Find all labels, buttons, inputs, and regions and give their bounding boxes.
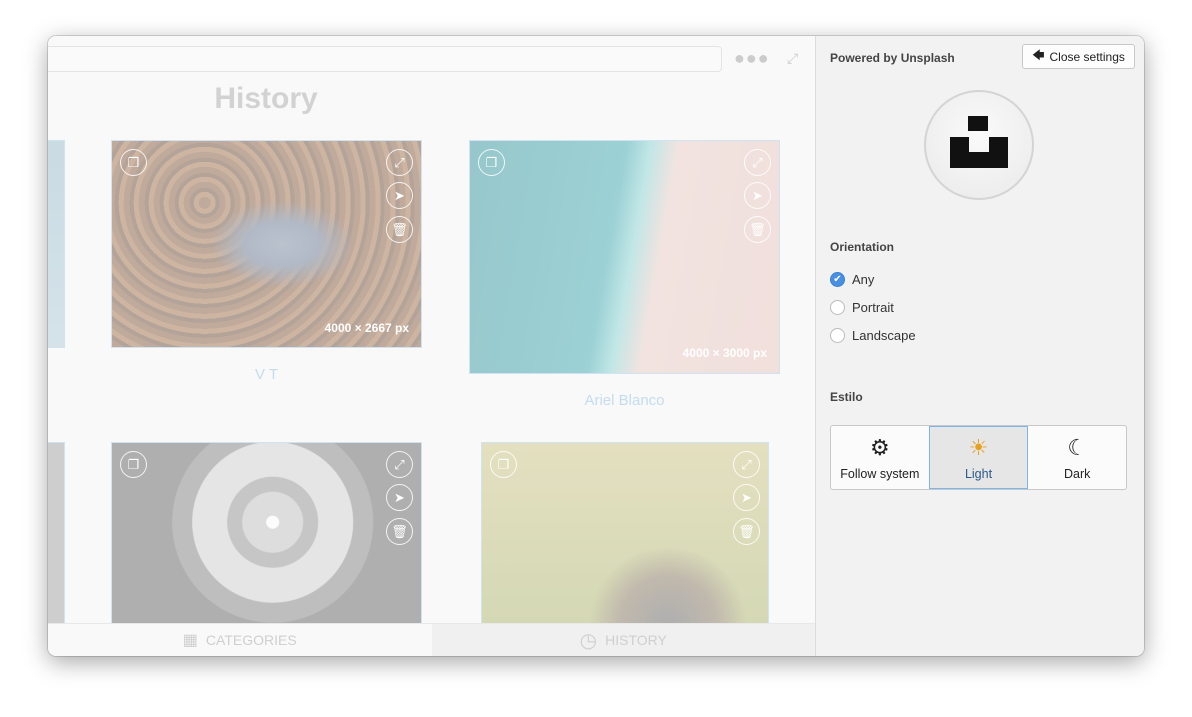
sun-icon: ☀ [968, 434, 989, 460]
image-card[interactable]: ❐ ⤢ ➤ 🗑 4000 × 2667 px [111, 140, 422, 348]
image-dimensions: 4000 × 2667 px [324, 321, 409, 335]
trash-icon[interactable]: 🗑 [744, 216, 771, 243]
expand-icon[interactable]: ⤢ [744, 149, 771, 176]
tab-label: HISTORY [605, 632, 667, 648]
moon-icon: ☾ [1067, 434, 1088, 460]
radio-label: Any [852, 272, 875, 287]
orientation-label: Orientation [830, 240, 895, 254]
image-card-partial[interactable] [48, 442, 65, 624]
trash-icon[interactable]: 🗑 [733, 518, 760, 545]
more-icon[interactable]: ●●● [734, 48, 770, 69]
style-label-text: Light [964, 466, 993, 481]
settings-panel: Powered by Unsplash 🡄 Close settings Orie… [815, 36, 1144, 656]
radio-portrait[interactable]: Portrait [830, 300, 894, 315]
expand-icon[interactable]: ⤢ [386, 451, 413, 478]
radio-label: Landscape [852, 328, 916, 343]
style-follow-system-button[interactable]: ⚙ Follow system [831, 426, 929, 489]
tab-history[interactable]: ◷ HISTORY [431, 624, 815, 656]
grid-icon: ▦ [182, 632, 198, 649]
powered-by-label: Powered by Unsplash [830, 51, 955, 65]
unsplash-logo[interactable] [924, 90, 1034, 200]
bottom-tab-bar: ▦ CATEGORIES ◷ HISTORY [48, 623, 815, 656]
style-label-text: Dark [1063, 466, 1091, 481]
copy-icon[interactable]: ❐ [120, 149, 147, 176]
copy-icon[interactable]: ❐ [120, 451, 147, 478]
send-icon[interactable]: ➤ [386, 484, 413, 511]
photographer-name[interactable]: V T [111, 366, 422, 383]
style-label: Estilo [830, 390, 863, 404]
expand-icon[interactable]: ⤢ [733, 451, 760, 478]
gear-icon: ⚙ [869, 434, 890, 460]
radio-circle [830, 300, 845, 315]
image-card[interactable]: ❐ ⤢ ➤ 🗑 [481, 442, 769, 624]
page-title: History [214, 82, 318, 115]
style-label-text: Follow system [840, 466, 920, 481]
image-card-partial[interactable] [48, 140, 65, 348]
app-window: ●●● ⤢ History ❐ ⤢ ➤ 🗑 4000 × 2667 px V T… [48, 36, 1144, 656]
photographer-name[interactable]: Ariel Blanco [469, 392, 780, 409]
tab-categories[interactable]: ▦ CATEGORIES [48, 624, 432, 656]
copy-icon[interactable]: ❐ [490, 451, 517, 478]
copy-icon[interactable]: ❐ [478, 149, 505, 176]
check-icon: ✔ [830, 272, 845, 287]
style-selector: ⚙ Follow system ☀ Light ☾ Dark [830, 425, 1127, 490]
radio-any[interactable]: ✔ Any [830, 272, 874, 287]
image-dimensions: 4000 × 3000 px [682, 346, 767, 360]
radio-circle [830, 328, 845, 343]
send-icon[interactable]: ➤ [386, 182, 413, 209]
radio-landscape[interactable]: Landscape [830, 328, 916, 343]
close-settings-label: Close settings [1049, 49, 1125, 64]
clock-icon: ◷ [579, 629, 598, 652]
tab-label: CATEGORIES [205, 632, 297, 648]
search-input[interactable] [48, 46, 722, 72]
style-dark-button[interactable]: ☾ Dark [1028, 426, 1126, 489]
send-icon[interactable]: ➤ [733, 484, 760, 511]
expand-icon[interactable]: ⤢ [386, 149, 413, 176]
send-icon[interactable]: ➤ [744, 182, 771, 209]
fullscreen-icon[interactable]: ⤢ [787, 50, 798, 67]
style-light-button[interactable]: ☀ Light [928, 426, 1029, 489]
main-panel: ●●● ⤢ History ❐ ⤢ ➤ 🗑 4000 × 2667 px V T… [48, 36, 815, 656]
trash-icon[interactable]: 🗑 [386, 518, 413, 545]
trash-icon[interactable]: 🗑 [386, 216, 413, 243]
image-card[interactable]: ❐ ⤢ ➤ 🗑 [111, 442, 422, 624]
image-card[interactable]: ❐ ⤢ ➤ 🗑 4000 × 3000 px [469, 140, 780, 374]
arrow-left-icon: 🡄 [1032, 48, 1045, 62]
radio-label: Portrait [852, 300, 894, 315]
close-settings-button[interactable]: 🡄 Close settings [1022, 44, 1135, 69]
